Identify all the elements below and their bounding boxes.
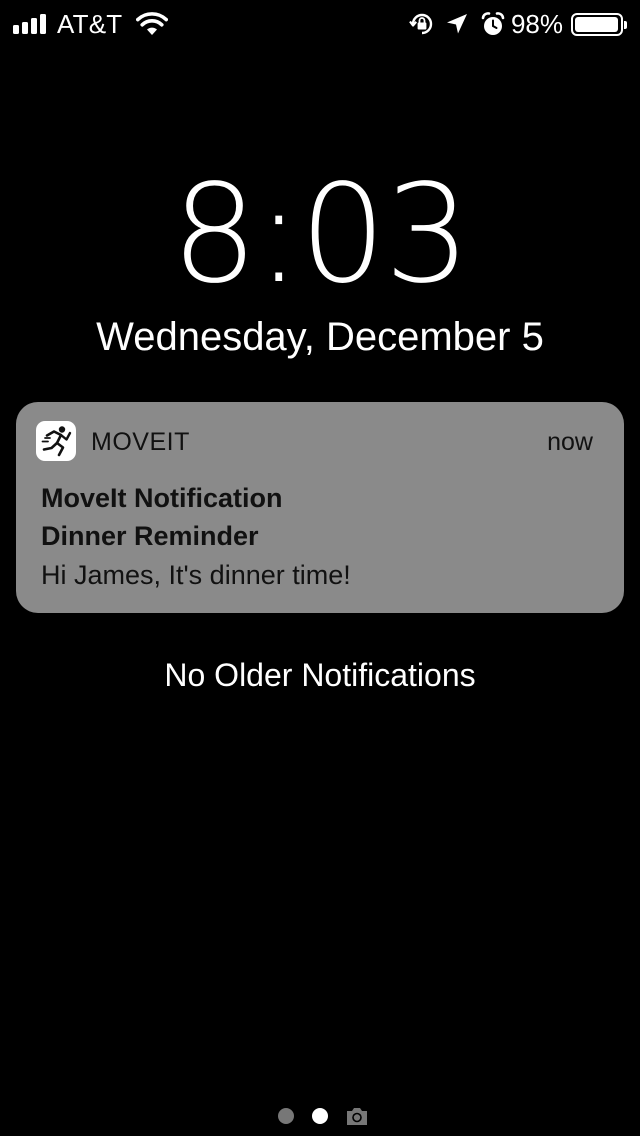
lock-screen-date: Wednesday, December 5	[96, 315, 544, 359]
running-figure-icon	[36, 421, 76, 461]
alarm-clock-icon	[481, 12, 505, 35]
notification-time: now	[547, 428, 593, 456]
carrier-name: AT&T	[57, 9, 123, 39]
status-bar: AT&T 98%	[0, 0, 640, 48]
notification-title: MoveIt Notification	[41, 483, 283, 513]
location-arrow-icon	[446, 14, 467, 34]
wifi-icon	[136, 12, 168, 35]
lock-screen-time: 8:03	[171, 156, 470, 314]
orientation-lock-icon	[409, 13, 433, 35]
battery-percent: 98%	[510, 9, 563, 39]
status-right: 98%	[409, 8, 628, 40]
battery-icon	[571, 12, 627, 36]
notification-card[interactable]: MOVEIT now MoveIt Notification Dinner Re…	[16, 402, 624, 613]
battery-fill	[575, 16, 619, 32]
page-dot[interactable]	[278, 1108, 294, 1124]
page-indicator[interactable]	[0, 1104, 640, 1128]
camera-icon[interactable]	[345, 1105, 369, 1127]
signal-bars-icon	[13, 14, 46, 34]
no-older-notifications: No Older Notifications	[164, 657, 476, 693]
battery-cap	[624, 20, 627, 29]
notification-app-name: MOVEIT	[91, 428, 190, 456]
notification-body: Hi James, It's dinner time!	[41, 560, 351, 590]
notification-subtitle: Dinner Reminder	[41, 521, 259, 551]
page-dot-current[interactable]	[312, 1108, 328, 1124]
